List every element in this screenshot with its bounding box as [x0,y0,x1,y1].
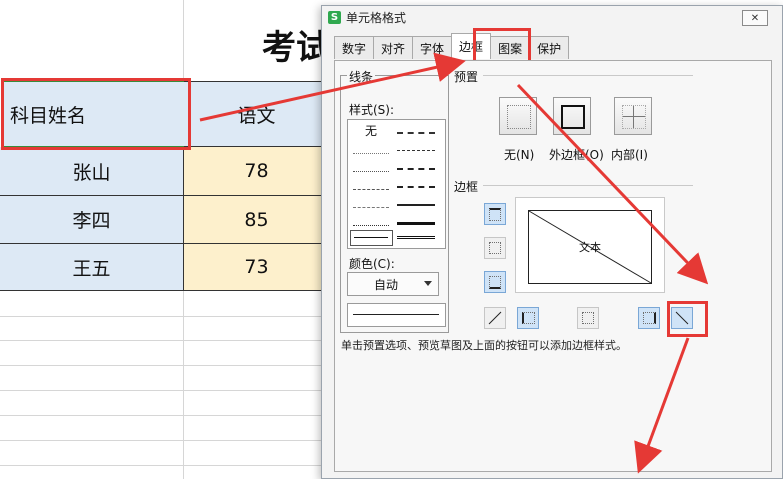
line-style-option[interactable] [353,225,389,226]
preset-none-button[interactable] [499,97,537,135]
line-style-option[interactable] [397,236,435,239]
border-group-label: 边框 [452,178,481,195]
line-style-list[interactable]: 无 [347,119,446,249]
preset-outline-label: 外边框(O) [549,148,604,162]
line-style-option[interactable] [397,222,435,225]
dialog-titlebar: S 单元格格式 [322,6,782,28]
score-cell[interactable]: 85 [184,196,330,244]
border-top-button[interactable] [484,203,506,225]
border-top-icon [489,207,501,221]
line-style-option[interactable] [353,171,389,172]
sheet-title[interactable]: 考试 [262,20,330,69]
style-label: 样式(S): [347,101,397,118]
line-style-option[interactable] [397,132,435,134]
diagonal-up-button[interactable] [484,307,506,329]
border-right-button[interactable] [638,307,660,329]
tab-alignment[interactable]: 对齐 [373,36,414,59]
app-icon: S [328,10,341,24]
line-style-option[interactable] [397,186,435,188]
color-dropdown[interactable]: 自动 [347,272,439,296]
divider [483,185,693,186]
color-value: 自动 [373,277,398,292]
border-bottom-button[interactable] [484,271,506,293]
preset-inside-icon [622,105,646,129]
name-cell[interactable]: 王五 [0,244,184,291]
chevron-down-icon [424,281,432,286]
tab-bar: 数字 对齐 字体 边框 图案 保护 [334,33,570,59]
highlight-box [667,301,708,337]
gridline [0,390,330,391]
border-inside-vertical-icon [582,312,594,324]
line-group-label: 线条 [347,68,376,85]
dialog-title: 单元格格式 [346,10,407,25]
divider [483,75,693,76]
header-cell-chinese[interactable]: 语文 [184,81,330,147]
preset-none-icon [507,105,531,129]
border-right-icon [642,312,656,324]
diagonal-up-icon [488,311,502,325]
preset-group-label: 预置 [452,68,481,85]
border-inside-horizontal-icon [489,242,501,254]
preset-none-label: 无(N) [504,148,535,162]
line-style-option[interactable] [397,168,435,170]
line-preview [347,303,446,327]
border-hint: 单击预置选项、预览草图及上面的按钮可以添加边框样式。 [341,339,627,352]
border-left-button[interactable] [517,307,539,329]
format-cells-dialog: S 单元格格式 ✕ 数字 对齐 字体 边框 图案 保护 线条 样式(S): 无 [321,5,783,479]
gridline [0,340,330,341]
line-style-selected[interactable] [350,230,393,246]
highlight-box [1,78,191,150]
border-left-icon [521,312,535,324]
line-style-option[interactable] [353,189,389,190]
line-style-option[interactable] [353,207,389,208]
tab-number[interactable]: 数字 [334,36,375,59]
gridline [0,465,330,466]
gridline [0,440,330,441]
preset-inside-button[interactable] [614,97,652,135]
name-cell[interactable]: 李四 [0,196,184,244]
style-none[interactable]: 无 [365,122,377,139]
tab-protection[interactable]: 保护 [529,36,570,59]
gridline [0,365,330,366]
border-bottom-icon [489,275,501,289]
gridline [0,316,330,317]
gridline [0,415,330,416]
score-cell[interactable]: 73 [184,244,330,291]
border-panel: 线条 样式(S): 无 颜色(C): 自动 预置 无(N) 外边框(O) 内部(… [334,60,772,472]
color-label: 颜色(C): [347,255,397,272]
border-inside-horizontal-button[interactable] [484,237,506,259]
close-button[interactable]: ✕ [742,10,768,26]
preset-outline-button[interactable] [553,97,591,135]
preset-outline-icon [561,105,585,129]
border-preview[interactable]: 文本 [515,197,665,293]
line-style-option[interactable] [397,150,435,151]
line-style-option[interactable] [353,153,389,154]
preview-text: 文本 [579,241,601,254]
name-cell[interactable]: 张山 [0,147,184,196]
score-cell[interactable]: 78 [184,147,330,196]
close-icon: ✕ [750,12,760,24]
line-style-option[interactable] [397,204,435,206]
preset-inside-label: 内部(I) [611,148,648,162]
tab-font[interactable]: 字体 [412,36,453,59]
border-inside-vertical-button[interactable] [577,307,599,329]
